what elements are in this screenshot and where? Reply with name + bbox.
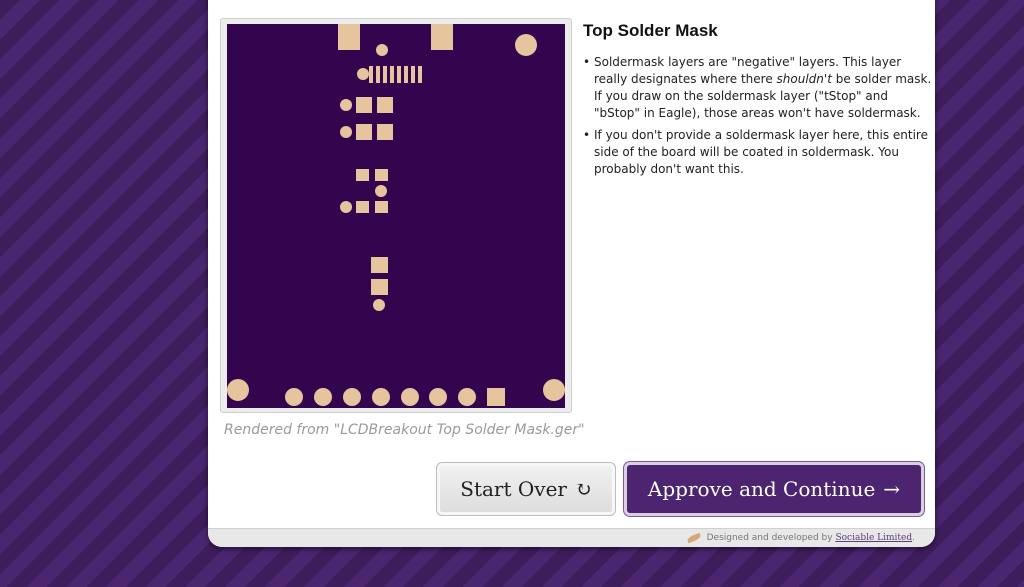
pad bbox=[356, 97, 372, 113]
bullet-icon: • bbox=[583, 55, 591, 69]
pad bbox=[375, 169, 388, 181]
note-emphasis: shouldn't bbox=[776, 72, 832, 86]
pad bbox=[372, 388, 390, 406]
board-preview-frame bbox=[220, 18, 572, 413]
pad bbox=[377, 97, 393, 113]
footer-bar: Designed and developed by Sociable Limit… bbox=[208, 528, 935, 547]
note-item: • If you don't provide a soldermask layer… bbox=[583, 127, 934, 178]
pad bbox=[458, 388, 476, 406]
pad bbox=[429, 388, 447, 406]
layer-notes-list: • Soldermask layers are "negative" layers… bbox=[583, 54, 934, 183]
page-title: Top Solder Mask bbox=[583, 21, 718, 40]
pad bbox=[357, 68, 369, 80]
company-link[interactable]: Sociable Limited bbox=[835, 533, 912, 543]
arrow-right-icon: → bbox=[883, 477, 901, 501]
footer-credit: Designed and developed by Sociable Limit… bbox=[686, 532, 915, 543]
pad bbox=[356, 169, 369, 181]
pad bbox=[411, 66, 415, 83]
start-over-label: Start Over bbox=[460, 477, 567, 501]
approve-continue-button[interactable]: Approve and Continue → bbox=[624, 462, 924, 516]
pad bbox=[377, 124, 393, 140]
pad bbox=[285, 388, 303, 406]
refresh-icon: ↻ bbox=[574, 477, 592, 501]
note-item: • Soldermask layers are "negative" layers… bbox=[583, 54, 934, 122]
bullet-icon: • bbox=[583, 128, 591, 142]
pad bbox=[340, 99, 352, 111]
board-render bbox=[227, 24, 565, 408]
pad bbox=[375, 185, 387, 197]
pad bbox=[376, 44, 388, 56]
pad bbox=[376, 66, 380, 83]
pad bbox=[404, 66, 408, 83]
pad bbox=[401, 388, 419, 406]
pad bbox=[227, 379, 249, 401]
main-panel: Rendered from "LCDBreakout Top Solder Ma… bbox=[208, 0, 935, 547]
board-substrate bbox=[227, 24, 565, 408]
pad bbox=[390, 66, 394, 83]
pad bbox=[338, 24, 360, 50]
pad bbox=[431, 24, 453, 50]
pad bbox=[356, 201, 369, 213]
pad bbox=[343, 388, 361, 406]
pad bbox=[369, 66, 373, 83]
pad bbox=[340, 201, 352, 213]
pad bbox=[487, 388, 505, 406]
pad bbox=[371, 279, 388, 295]
footer-prefix: Designed and developed by bbox=[706, 533, 833, 543]
start-over-button[interactable]: Start Over ↻ bbox=[436, 462, 616, 516]
leaf-logo-icon bbox=[686, 532, 702, 543]
pad bbox=[340, 126, 352, 138]
approve-label: Approve and Continue bbox=[647, 477, 876, 501]
pad bbox=[375, 201, 388, 213]
render-source-caption: Rendered from "LCDBreakout Top Solder Ma… bbox=[224, 422, 585, 438]
pad bbox=[371, 257, 388, 273]
note-text: If you don't provide a soldermask layer … bbox=[594, 128, 928, 176]
pad bbox=[356, 124, 372, 140]
footer-suffix: . bbox=[912, 533, 915, 543]
pad bbox=[373, 299, 385, 311]
pad bbox=[418, 66, 422, 83]
pad bbox=[543, 379, 565, 401]
pad bbox=[314, 388, 332, 406]
pad bbox=[397, 66, 401, 83]
pad bbox=[383, 66, 387, 83]
pad bbox=[515, 34, 537, 56]
